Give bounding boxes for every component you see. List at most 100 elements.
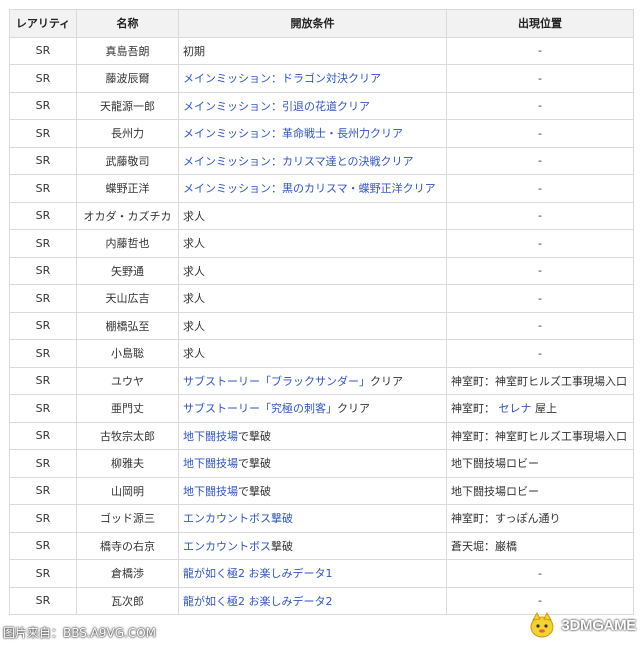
condition-cell: 求人 [178, 311, 447, 340]
condition-link[interactable]: 地下闘技場 [183, 485, 238, 498]
character-table: レアリティ 名称 開放条件 出現位置 SR 真島吾朗 初期 - SR 藤波辰爾 メインミッシ… [9, 9, 634, 615]
location-cell: - [446, 91, 634, 120]
condition-cell: 地下闘技場で撃破 [178, 476, 447, 505]
location-text: - [538, 566, 542, 580]
header-condition: 開放条件 [178, 9, 447, 38]
location-link[interactable]: セレナ [499, 402, 532, 415]
rarity-cell: SR [9, 476, 77, 505]
location-cell: 地下闘技場ロビー [446, 449, 634, 478]
condition-link[interactable]: 地下闘技場 [183, 430, 238, 443]
location-text: - [538, 236, 542, 250]
condition-cell: 龍が如く極2 お楽しみデータ2 [178, 586, 447, 615]
location-text: 神室町：すっぽん通り [451, 512, 561, 526]
table-row: SR 天龍源一郎 メインミッション：引退の花道クリア - [9, 91, 634, 120]
table-row: SR 武藤敬司 メインミッション：カリスマ達との決戦クリア - [9, 146, 634, 175]
location-cell: - [446, 146, 634, 175]
rarity-cell: SR [9, 174, 77, 203]
location-text: - [538, 181, 542, 195]
condition-link[interactable]: メインミッション：引退の花道クリア [183, 100, 370, 113]
condition-cell: メインミッション：黒のカリスマ・蝶野正洋クリア [178, 174, 447, 203]
location-cell: 地下闘技場ロビー [446, 476, 634, 505]
condition-text: 求人 [183, 209, 205, 223]
rarity-cell: SR [9, 229, 77, 258]
condition-link[interactable]: メインミッション：革命戦士・長州力クリア [183, 127, 403, 140]
condition-cell: メインミッション：カリスマ達との決戦クリア [178, 146, 447, 175]
table-row: SR 天山広吉 求人 - [9, 284, 634, 313]
rarity-cell: SR [9, 146, 77, 175]
condition-cell: 龍が如く極2 お楽しみデータ1 [178, 559, 447, 588]
condition-link[interactable]: エンカウントボス [183, 540, 271, 553]
condition-link[interactable]: 龍が如く極2 お楽しみデータ1 [183, 567, 333, 580]
condition-cell: 求人 [178, 229, 447, 258]
table-row: SR 棚橋弘至 求人 - [9, 311, 634, 340]
rarity-cell: SR [9, 586, 77, 615]
name-cell: 瓦次郎 [76, 586, 179, 615]
condition-cell: サブストーリー「究極の刺客」クリア [178, 394, 447, 423]
condition-text: 求人 [183, 237, 205, 251]
name-cell: 倉橋渉 [76, 559, 179, 588]
name-cell: 棚橋弘至 [76, 311, 179, 340]
name-cell: 矢野通 [76, 256, 179, 285]
condition-text: 求人 [183, 347, 205, 361]
location-cell: - [446, 559, 634, 588]
name-cell: ゴッド源三 [76, 504, 179, 533]
rarity-cell: SR [9, 64, 77, 93]
condition-link[interactable]: エンカウントボス撃破 [183, 512, 293, 525]
condition-link[interactable]: 龍が如く極2 お楽しみデータ2 [183, 595, 333, 608]
table-row: SR 柳雅夫 地下闘技場で撃破 地下闘技場ロビー [9, 449, 634, 478]
location-cell: 神室町：神室町ヒルズ工事現場入口 [446, 366, 634, 395]
condition-cell: エンカウントボス撃破 [178, 531, 447, 560]
condition-cell: 求人 [178, 256, 447, 285]
condition-text: 求人 [183, 264, 205, 278]
location-cell: 神室町：すっぽん通り [446, 504, 634, 533]
condition-text: クリア [370, 374, 403, 388]
condition-link[interactable]: サブストーリー「ブラックサンダー」 [183, 375, 370, 388]
location-text: - [538, 126, 542, 140]
location-text: - [538, 44, 542, 58]
location-text: - [538, 594, 542, 608]
condition-cell: メインミッション：革命戦士・長州力クリア [178, 119, 447, 148]
rarity-cell: SR [9, 256, 77, 285]
table-row: SR 山岡明 地下闘技場で撃破 地下闘技場ロビー [9, 476, 634, 505]
location-cell: 神室町：神室町ヒルズ工事現場入口 [446, 421, 634, 450]
location-text: 地下闘技場ロビー [451, 457, 539, 471]
location-text: 神室町：神室町ヒルズ工事現場入口 [451, 374, 627, 388]
name-cell: 柳雅夫 [76, 449, 179, 478]
location-cell: - [446, 311, 634, 340]
table-row: SR 長州力 メインミッション：革命戦士・長州力クリア - [9, 119, 634, 148]
condition-link[interactable]: サブストーリー「究極の刺客」 [183, 402, 337, 415]
condition-link[interactable]: メインミッション：ドラゴン対決クリア [183, 72, 381, 85]
condition-cell: エンカウントボス撃破 [178, 504, 447, 533]
location-cell: - [446, 119, 634, 148]
location-cell: - [446, 339, 634, 368]
condition-text: で撃破 [238, 429, 271, 443]
condition-cell: サブストーリー「ブラックサンダー」クリア [178, 366, 447, 395]
rarity-cell: SR [9, 394, 77, 423]
rarity-cell: SR [9, 339, 77, 368]
brand-watermark-text: 3DMGAME [561, 616, 636, 634]
mascot-logo-icon [530, 611, 554, 638]
location-text: 蒼天堀：巌橋 [451, 539, 517, 553]
table-row: SR 藤波辰爾 メインミッション：ドラゴン対決クリア - [9, 64, 634, 93]
condition-text: で撃破 [238, 457, 271, 471]
condition-cell: 初期 [178, 36, 447, 65]
rarity-cell: SR [9, 559, 77, 588]
location-text: - [538, 71, 542, 85]
name-cell: 天山広吉 [76, 284, 179, 313]
location-text: 地下闘技場ロビー [451, 484, 539, 498]
table-row: SR 矢野通 求人 - [9, 256, 634, 285]
location-cell: - [446, 229, 634, 258]
condition-cell: 求人 [178, 339, 447, 368]
table-row: SR ユウヤ サブストーリー「ブラックサンダー」クリア 神室町：神室町ヒルズ工事現場入… [9, 366, 634, 395]
table-body: SR 真島吾朗 初期 - SR 藤波辰爾 メインミッション：ドラゴン対決クリア - SR 天龍源一… [9, 36, 634, 615]
name-cell: 小島聡 [76, 339, 179, 368]
table-row: SR 内藤哲也 求人 - [9, 229, 634, 258]
condition-cell: 地下闘技場で撃破 [178, 449, 447, 478]
brand-watermark: 3DMGAME [527, 611, 636, 639]
condition-link[interactable]: メインミッション：黒のカリスマ・蝶野正洋クリア [183, 182, 436, 195]
name-cell: 藤波辰爾 [76, 64, 179, 93]
condition-cell: 地下闘技場で撃破 [178, 421, 447, 450]
condition-link[interactable]: メインミッション：カリスマ達との決戦クリア [183, 155, 414, 168]
condition-link[interactable]: 地下闘技場 [183, 457, 238, 470]
name-cell: 内藤哲也 [76, 229, 179, 258]
